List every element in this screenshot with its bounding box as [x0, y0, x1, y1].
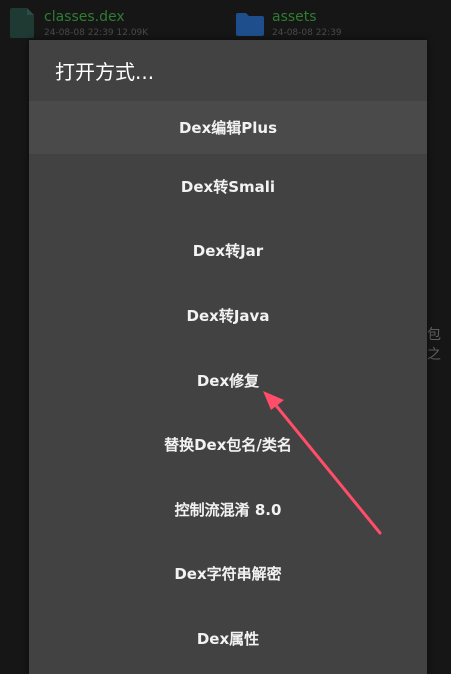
- menu-item-control-flow-obfuscation[interactable]: 控制流混淆 8.0: [29, 477, 427, 542]
- menu-item-dex-to-java[interactable]: Dex转Java: [29, 283, 427, 348]
- menu-item-dex-edit-plus[interactable]: Dex编辑Plus: [29, 101, 427, 154]
- file-name: classes.dex: [44, 9, 125, 25]
- menu-item-dex-string-decrypt[interactable]: Dex字符串解密: [29, 542, 427, 607]
- folder-meta: 24-08-08 22:39: [272, 28, 342, 38]
- file-icon: [10, 8, 34, 38]
- file-item-classes-dex[interactable]: classes.dex 24-08-08 22:39 12.09K: [10, 8, 148, 39]
- open-with-dialog: 打开方式... Dex编辑Plus Dex转Smali Dex转Jar Dex转…: [29, 40, 427, 674]
- menu-item-dex-to-jar[interactable]: Dex转Jar: [29, 219, 427, 284]
- file-item-assets[interactable]: assets 24-08-08 22:39: [236, 8, 342, 39]
- file-meta: 24-08-08 22:39 12.09K: [44, 28, 149, 38]
- folder-name: assets: [272, 9, 317, 25]
- menu-item-replace-dex-package-class[interactable]: 替换Dex包名/类名: [29, 412, 427, 477]
- dialog-title: 打开方式...: [55, 60, 155, 84]
- background-text-fragment: 包之: [427, 327, 441, 363]
- menu-item-dex-repair[interactable]: Dex修复: [29, 348, 427, 413]
- folder-icon: [236, 13, 264, 36]
- menu-item-dex-properties[interactable]: Dex属性: [29, 606, 427, 671]
- menu-item-dex-to-smali[interactable]: Dex转Smali: [29, 154, 427, 219]
